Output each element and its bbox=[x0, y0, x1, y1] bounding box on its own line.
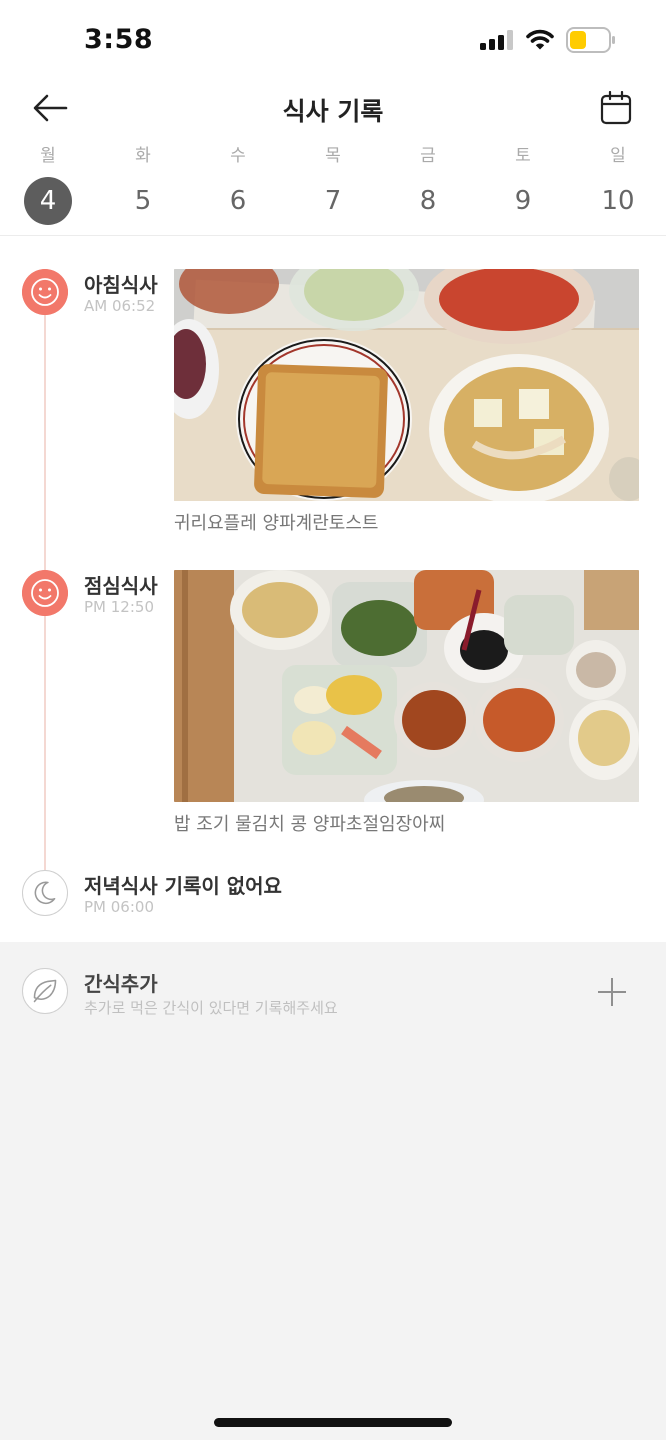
breakfast-photo[interactable] bbox=[174, 269, 639, 501]
snack-add-row[interactable]: 간식추가 추가로 먹은 간식이 있다면 기록해주세요 bbox=[0, 942, 666, 1042]
day-sun[interactable]: 일 10 bbox=[588, 140, 648, 236]
signal-icon bbox=[480, 30, 513, 50]
day-name: 월 bbox=[40, 146, 56, 166]
day-name: 수 bbox=[230, 146, 246, 166]
leaf-icon bbox=[22, 968, 68, 1014]
page-title: 식사 기록 bbox=[282, 97, 384, 126]
snack-subtitle: 추가로 먹은 간식이 있다면 기록해주세요 bbox=[84, 999, 338, 1017]
lunch-photo[interactable] bbox=[174, 570, 639, 802]
header-divider bbox=[0, 235, 666, 236]
day-name: 목 bbox=[325, 146, 341, 166]
day-thu[interactable]: 목 7 bbox=[303, 140, 363, 236]
snack-title: 간식추가 bbox=[84, 972, 158, 996]
meal-time: PM 06:00 bbox=[84, 898, 154, 916]
home-indicator[interactable] bbox=[214, 1418, 452, 1427]
day-date: 5 bbox=[134, 186, 152, 216]
day-name: 토 bbox=[515, 146, 531, 166]
day-tue[interactable]: 화 5 bbox=[113, 140, 173, 236]
day-wed[interactable]: 수 6 bbox=[208, 140, 268, 236]
day-mon[interactable]: 월 4 bbox=[18, 140, 78, 236]
day-date: 10 bbox=[601, 186, 635, 216]
smile-icon bbox=[22, 269, 68, 315]
battery-icon bbox=[566, 27, 615, 53]
day-name: 일 bbox=[610, 146, 626, 166]
meal-time: PM 12:50 bbox=[84, 598, 154, 616]
wifi-icon bbox=[526, 29, 554, 50]
day-name: 화 bbox=[135, 146, 151, 166]
day-name: 금 bbox=[420, 146, 436, 166]
meal-name: 점심식사 bbox=[84, 574, 158, 598]
meal-caption: 귀리요플레 양파계란토스트 bbox=[174, 513, 379, 534]
moon-icon bbox=[22, 870, 68, 916]
week-selector: 월 4 화 5 수 6 목 7 금 8 토 9 일 10 bbox=[0, 140, 666, 236]
plus-icon[interactable] bbox=[592, 972, 632, 1012]
calendar-icon[interactable] bbox=[600, 91, 632, 125]
status-time: 3:58 bbox=[84, 24, 154, 55]
meal-name: 저녁식사 기록이 없어요 bbox=[84, 874, 282, 898]
app-header: 식사 기록 bbox=[0, 80, 666, 136]
back-arrow-icon[interactable] bbox=[30, 90, 70, 126]
screen: 3:58 식사 기록 월 4 화 5 수 6 목 7 금 8 토 9 일 10 … bbox=[0, 0, 666, 1440]
meal-time: AM 06:52 bbox=[84, 297, 156, 315]
day-date: 9 bbox=[514, 186, 532, 216]
day-date: 6 bbox=[229, 186, 247, 216]
day-sat[interactable]: 토 9 bbox=[493, 140, 553, 236]
status-bar: 3:58 bbox=[0, 0, 666, 80]
smile-icon bbox=[22, 570, 68, 616]
meal-name: 아침식사 bbox=[84, 273, 158, 297]
day-date: 4 bbox=[24, 177, 72, 225]
day-date: 7 bbox=[324, 186, 342, 216]
meal-caption: 밥 조기 물김치 콩 양파초절임장아찌 bbox=[174, 814, 446, 835]
day-fri[interactable]: 금 8 bbox=[398, 140, 458, 236]
day-date: 8 bbox=[419, 186, 437, 216]
